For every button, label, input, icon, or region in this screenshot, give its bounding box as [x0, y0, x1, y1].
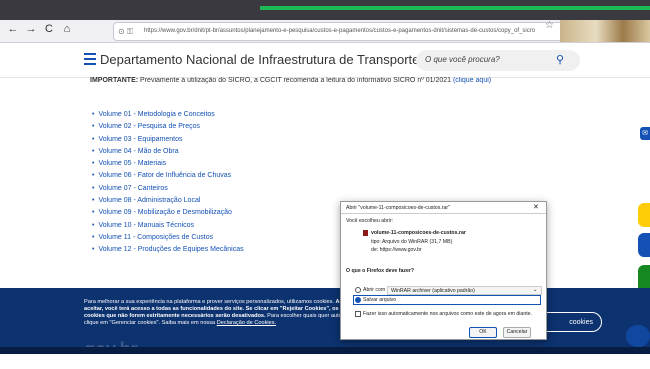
- search-icon[interactable]: ⚲: [556, 53, 564, 66]
- bottom-area: [0, 354, 650, 369]
- footer-strip: [0, 347, 650, 354]
- chose-label: Você escolheu abrir:: [346, 218, 394, 224]
- winrar-file-icon: [363, 230, 368, 236]
- search-input[interactable]: O que você procura? ⚲: [416, 50, 580, 71]
- dialog-divider: [341, 213, 546, 214]
- volume-list: • Volume 01 - Metodologia e Conceitos • Vol…: [92, 109, 244, 257]
- toolbar-banner-image: [560, 20, 650, 42]
- volume-link[interactable]: • Volume 07 - Canteiros: [92, 183, 244, 195]
- volume-link[interactable]: • Volume 03 - Equipamentos: [92, 134, 244, 146]
- volume-link[interactable]: • Volume 01 - Metodologia e Conceitos: [92, 109, 244, 121]
- chat-icon[interactable]: ✉: [640, 127, 650, 140]
- open-with-radio[interactable]: [355, 287, 361, 293]
- bullet: •: [92, 221, 95, 229]
- bullet: •: [92, 111, 95, 118]
- save-file-label: Salvar arquivo: [363, 297, 397, 303]
- volume-link[interactable]: • Volume 02 - Pesquisa de Preços: [92, 121, 244, 133]
- bullet: •: [92, 123, 95, 131]
- bullet: •: [92, 197, 95, 205]
- volume-link[interactable]: • Volume 04 - Mão de Obra: [92, 146, 244, 158]
- web-page: Departamento Nacional de Infraestrutura …: [0, 43, 650, 369]
- scroll-up-button[interactable]: [626, 325, 650, 347]
- cookie-text: Para melhorar a sua experiência na plata…: [84, 299, 354, 326]
- cookie-declaration-link[interactable]: Declaração de Cookies.: [217, 320, 276, 326]
- float-yellow-tab[interactable]: [638, 203, 650, 227]
- volume-label: Volume 01 - Metodologia e Conceitos: [98, 111, 215, 118]
- bullet: •: [92, 184, 95, 192]
- volume-label: Volume 09 - Mobilização e Desmobilização: [98, 209, 232, 217]
- file-type: tipo: Arquivo do WinRAR (31,7 MB): [371, 239, 453, 245]
- shield-lock-icon: ⊙ ⚿: [118, 27, 134, 36]
- chevron-down-icon: ⌄: [533, 287, 538, 293]
- important-notice: IMPORTANTE: Previamente à utilização do …: [90, 77, 491, 86]
- hamburger-menu-icon[interactable]: [84, 53, 96, 68]
- reload-button[interactable]: C: [42, 23, 56, 35]
- browser-top-strip: [0, 0, 650, 20]
- open-with-select[interactable]: WinRAR archiver (aplicativo padrão) ⌄: [387, 286, 542, 295]
- back-button[interactable]: ←: [6, 23, 20, 35]
- volume-label: Volume 12 - Produções de Equipes Mecânic…: [98, 246, 244, 254]
- download-dialog: Abrir "volume-11-composicoes-de-custos.r…: [340, 201, 547, 340]
- ok-button[interactable]: OK: [469, 327, 497, 338]
- volume-link[interactable]: • Volume 08 - Administração Local: [92, 195, 244, 207]
- forward-button[interactable]: →: [24, 23, 38, 35]
- site-title: Departamento Nacional de Infraestrutura …: [100, 52, 426, 67]
- volume-link[interactable]: • Volume 05 - Materiais: [92, 158, 244, 170]
- volume-label: Volume 02 - Pesquisa de Preços: [98, 123, 201, 131]
- home-button[interactable]: ⌂: [60, 23, 74, 35]
- bullet: •: [92, 172, 95, 180]
- cancel-button[interactable]: Cancelar: [503, 327, 531, 338]
- url-text: https://www.gov.br/dnit/pt-br/assuntos/p…: [144, 28, 536, 34]
- float-blue-tab[interactable]: [638, 233, 650, 257]
- volume-label: Volume 05 - Materiais: [98, 160, 167, 168]
- search-placeholder: O que você procura?: [425, 55, 500, 64]
- save-file-radio[interactable]: [355, 297, 361, 303]
- notice-text: Previamente à utilização do SICRO, a CGC…: [140, 77, 452, 84]
- bullet: •: [92, 160, 95, 168]
- volume-link[interactable]: • Volume 12 - Produções de Equipes Mecâni…: [92, 244, 244, 256]
- bullet: •: [92, 147, 95, 155]
- open-with-label: Abrir com: [363, 287, 386, 293]
- bullet: •: [92, 246, 95, 254]
- volume-link[interactable]: • Volume 10 - Manuais Técnicos: [92, 220, 244, 232]
- dialog-filename: volume-11-composicoes-de-custos.rar: [371, 230, 466, 236]
- volume-link[interactable]: • Volume 09 - Mobilização e Desmobilizaçã…: [92, 207, 244, 219]
- volume-label: Volume 06 - Fator de Influência de Chuva…: [98, 172, 232, 180]
- notice-label: IMPORTANTE:: [90, 77, 139, 84]
- volume-label: Volume 10 - Manuais Técnicos: [98, 221, 195, 229]
- open-with-value: WinRAR archiver (aplicativo padrão): [391, 288, 475, 294]
- volume-label: Volume 03 - Equipamentos: [98, 135, 183, 143]
- dialog-question: O que o Firefox deve fazer?: [346, 268, 415, 274]
- cookie-banner: Para melhorar a sua experiência na plata…: [0, 288, 650, 359]
- volume-label: Volume 11 - Composições de Custos: [98, 233, 214, 241]
- site-header: Departamento Nacional de Infraestrutura …: [0, 43, 650, 78]
- bullet: •: [92, 209, 95, 217]
- bullet: •: [92, 135, 95, 143]
- dialog-title: Abrir "volume-11-composicoes-de-custos.r…: [346, 205, 450, 211]
- address-bar[interactable]: ⊙ ⚿ https://www.gov.br/dnit/pt-br/assunt…: [113, 22, 570, 41]
- notice-link[interactable]: (clique aqui): [453, 77, 491, 84]
- volume-link[interactable]: • Volume 06 - Fator de Influência de Chuv…: [92, 170, 244, 182]
- volume-link[interactable]: • Volume 11 - Composições de Custos: [92, 232, 244, 244]
- volume-label: Volume 08 - Administração Local: [98, 197, 201, 205]
- auto-checkbox[interactable]: [355, 311, 361, 317]
- auto-label: Fazer isso automaticamente nos arquivos …: [363, 311, 532, 317]
- bookmark-star-icon[interactable]: ☆: [545, 20, 554, 31]
- close-icon[interactable]: ✕: [533, 203, 539, 211]
- file-source: de: https://www.gov.br: [371, 247, 422, 253]
- bullet: •: [92, 233, 95, 241]
- volume-label: Volume 04 - Mão de Obra: [98, 147, 179, 155]
- volume-label: Volume 07 - Canteiros: [98, 184, 168, 192]
- loading-progress-bar: [260, 6, 650, 10]
- browser-toolbar: ← → C ⌂ ⊙ ⚿ https://www.gov.br/dnit/pt-b…: [0, 20, 650, 43]
